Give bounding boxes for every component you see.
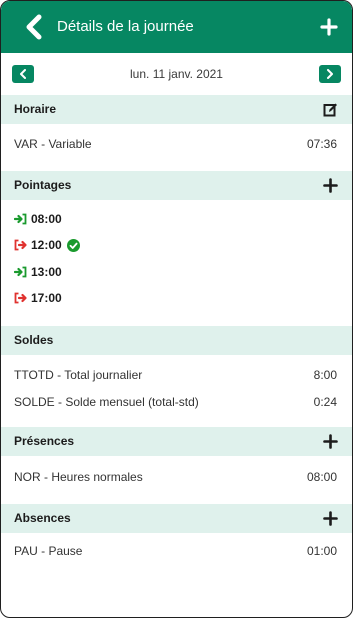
check-circle-icon xyxy=(66,238,80,252)
punch-item[interactable]: 08:00 xyxy=(14,207,62,231)
row-value: 0:24 xyxy=(313,395,337,409)
list-item: NOR - Heures normales 08:00 xyxy=(1,464,352,490)
date-navigation: lun. 11 janv. 2021 xyxy=(1,53,352,95)
punch-item[interactable]: 17:00 xyxy=(14,286,62,310)
row-label: SOLDE - Solde mensuel (total-std) xyxy=(14,395,199,409)
section-title: Horaire xyxy=(14,102,57,116)
row-label: NOR - Heures normales xyxy=(14,470,143,484)
section-title: Absences xyxy=(14,511,71,525)
app-header: Détails de la journée xyxy=(1,1,352,53)
section-title: Soldes xyxy=(14,333,54,347)
sign-out-icon xyxy=(14,239,27,251)
plus-icon[interactable] xyxy=(323,434,338,449)
punch-time: 08:00 xyxy=(31,212,62,226)
sign-out-icon xyxy=(14,292,27,304)
chevron-right-icon xyxy=(327,69,333,79)
section-title: Pointages xyxy=(14,178,72,192)
plus-icon[interactable] xyxy=(323,178,338,193)
plus-icon[interactable] xyxy=(320,18,338,36)
punch-item[interactable]: 12:00 xyxy=(14,233,84,257)
row-value: 07:36 xyxy=(306,137,337,151)
row-label: PAU - Pause xyxy=(14,544,83,558)
row-label: TTOTD - Total journalier xyxy=(14,368,143,382)
row-value: 08:00 xyxy=(306,470,337,484)
list-item: SOLDE - Solde mensuel (total-std) 0:24 xyxy=(1,389,352,415)
row-value: 01:00 xyxy=(306,544,337,558)
list-item: TTOTD - Total journalier 8:00 xyxy=(1,362,352,388)
punch-time: 12:00 xyxy=(31,238,62,252)
section-presences: Présences xyxy=(1,427,352,456)
section-soldes: Soldes xyxy=(1,326,352,355)
sign-in-icon xyxy=(14,266,27,278)
section-title: Présences xyxy=(14,434,75,448)
row-label: VAR - Variable xyxy=(14,137,92,151)
app-frame: Détails de la journée lun. 11 janv. 2021… xyxy=(0,0,353,618)
page-title: Détails de la journée xyxy=(57,18,194,35)
plus-icon[interactable] xyxy=(323,511,338,526)
punch-time: 13:00 xyxy=(31,265,62,279)
section-absences: Absences xyxy=(1,504,352,533)
current-date: lun. 11 janv. 2021 xyxy=(130,67,223,81)
edit-icon[interactable] xyxy=(323,102,338,117)
next-day-button[interactable] xyxy=(319,65,341,83)
section-horaire: Horaire xyxy=(1,95,352,124)
punch-item[interactable]: 13:00 xyxy=(14,260,62,284)
row-value: 8:00 xyxy=(313,368,337,382)
list-item: PAU - Pause 01:00 xyxy=(1,538,352,564)
punch-time: 17:00 xyxy=(31,291,62,305)
sign-in-icon xyxy=(14,213,27,225)
chevron-left-icon[interactable] xyxy=(21,14,47,40)
section-pointages: Pointages xyxy=(1,171,352,200)
list-item: VAR - Variable 07:36 xyxy=(1,131,352,157)
